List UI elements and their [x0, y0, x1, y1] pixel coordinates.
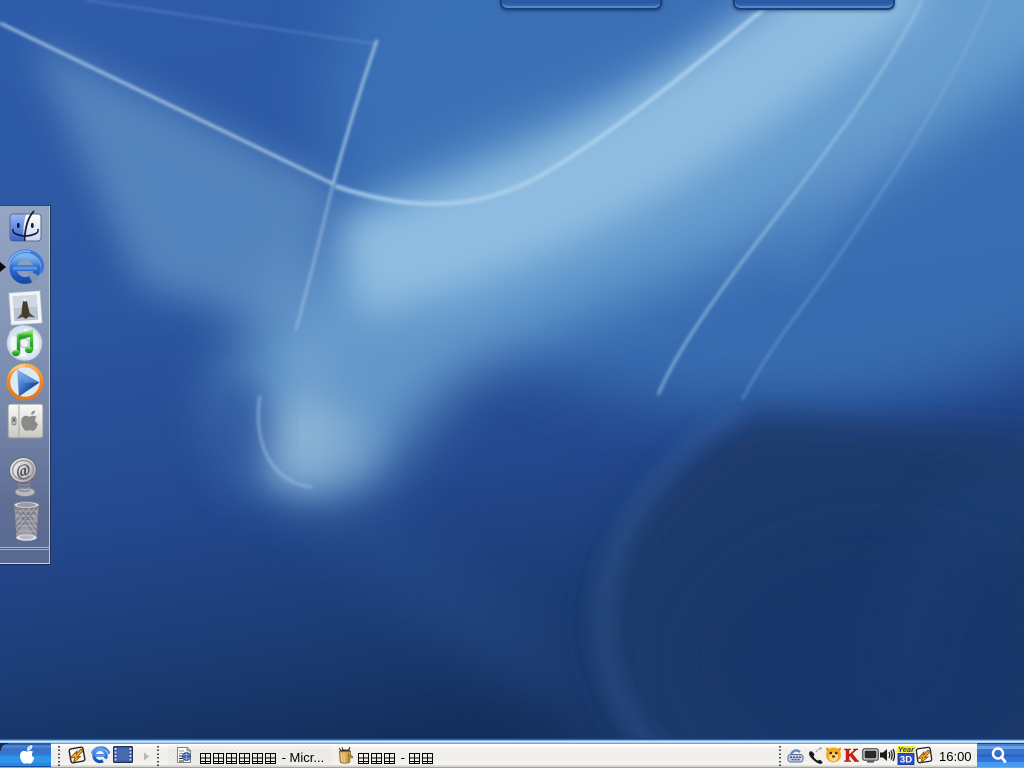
svg-text:K: K	[844, 746, 859, 765]
svg-text:3D: 3D	[900, 755, 912, 765]
svg-text:Year: Year	[898, 746, 915, 754]
